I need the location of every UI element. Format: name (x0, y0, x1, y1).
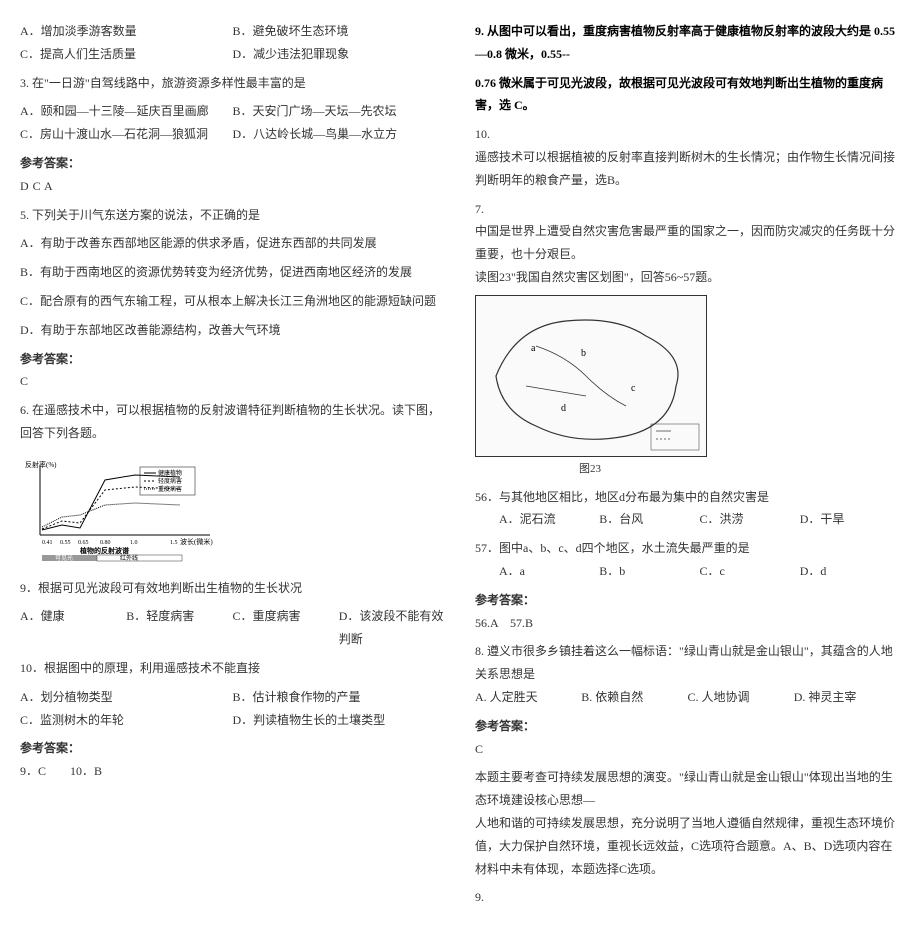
choice-b: B．台风 (599, 508, 699, 531)
svg-text:波长(微米): 波长(微米) (180, 537, 213, 546)
q8-answer: C (475, 738, 900, 761)
q10-text: 10．根据图中的原理，利用遥感技术不能直接 (20, 657, 445, 680)
svg-text:1.5: 1.5 (170, 540, 178, 546)
choice-d: D．d (800, 560, 900, 583)
svg-text:0.41: 0.41 (42, 540, 53, 546)
svg-text:反射率(%): 反射率(%) (25, 460, 57, 469)
q5-answer: C (20, 370, 445, 393)
choice-b: B. 依赖自然 (581, 686, 687, 709)
choice-c: C．房山十渡山水—石花洞—狼狐洞 (20, 123, 233, 146)
choice-d: D．该波段不能有效判断 (339, 605, 445, 651)
answer-label: 参考答案： (475, 715, 900, 738)
q57-text: 57．图中a、b、c、d四个地区，水土流失最严重的是 (475, 537, 900, 560)
choice-d: D．判读植物生长的土壤类型 (233, 709, 446, 732)
q7-text1: 中国是世界上遭受自然灾害危害最严重的国家之一，因而防灾减灾的任务既十分重要，也十… (475, 220, 900, 266)
answer-label: 参考答案： (20, 152, 445, 175)
map-caption: 图23 (475, 459, 705, 480)
svg-text:0.55: 0.55 (60, 540, 71, 546)
svg-text:重度病害: 重度病害 (158, 485, 182, 493)
choice-c: C．提高人们生活质量 (20, 43, 233, 66)
spectrum-chart: 反射率(%) 波长(微米) 0.41 0.55 0.65 0.80 1.0 1.… (20, 455, 220, 565)
q8-choices: A. 人定胜天 B. 依赖自然 C. 人地协调 D. 神灵主宰 (475, 686, 900, 709)
right-column: 9. 从图中可以看出，重度病害植物反射率高于健康植物反射率的波段大约是 0.55… (475, 20, 900, 909)
q6-text: 6. 在遥感技术中，可以根据植物的反射波谱特征判断植物的生长状况。读下图，回答下… (20, 399, 445, 445)
q56-text: 56．与其他地区相比，地区d分布最为集中的自然灾害是 (475, 486, 900, 509)
choice-a: A．泥石流 (499, 508, 599, 531)
svg-text:b: b (581, 348, 586, 359)
choice-b: B．避免破坏生态环境 (233, 20, 446, 43)
q5-choice-b: B．有助于西南地区的资源优势转变为经济优势，促进西南地区经济的发展 (20, 261, 445, 284)
svg-text:a: a (531, 343, 536, 354)
q7-label: 7. (475, 198, 900, 221)
choice-c: C．监测树木的年轮 (20, 709, 233, 732)
q8-exp1: 本题主要考查可持续发展思想的演变。"绿山青山就是金山银山"体现出当地的生态环境建… (475, 766, 900, 812)
q9-label: 9. (475, 886, 900, 909)
left-column: A．增加淡季游客数量 B．避免破坏生态环境 C．提高人们生活质量 D．减少违法犯… (20, 20, 445, 909)
q9-red: 0.76 微米属于可见光波段，故根据可见光波段可有效地判断出生植物的重度病害，选… (475, 72, 900, 118)
q5-choice-a: A．有助于改善东西部地区能源的供求矛盾，促进东西部的共同发展 (20, 232, 445, 255)
svg-text:0.80: 0.80 (100, 540, 111, 546)
choice-b: B．天安门广场—天坛—先农坛 (233, 100, 446, 123)
q910-answer: 9．C 10．B (20, 760, 445, 783)
q9-top: 9. 从图中可以看出，重度病害植物反射率高于健康植物反射率的波段大约是 0.55… (475, 20, 900, 66)
svg-text:c: c (631, 383, 636, 394)
svg-text:健康植物: 健康植物 (158, 469, 182, 477)
choice-c: C．重度病害 (233, 605, 339, 651)
choice-a: A. 人定胜天 (475, 686, 581, 709)
choice-c: C. 人地协调 (688, 686, 794, 709)
q9-text: 9．根据可见光波段可有效地判断出生植物的生长状况 (20, 577, 445, 600)
choice-a: A．颐和园—十三陵—延庆百里画廊 (20, 100, 233, 123)
choice-c: C．洪涝 (700, 508, 800, 531)
answer-label: 参考答案： (20, 737, 445, 760)
answer-label: 参考答案： (475, 589, 900, 612)
choice-c: C．c (700, 560, 800, 583)
choice-a: A．增加淡季游客数量 (20, 20, 233, 43)
choice-b: B．估计粮食作物的产量 (233, 686, 446, 709)
choice-b: B．b (599, 560, 699, 583)
choice-d: D．减少违法犯罪现象 (233, 43, 446, 66)
q10-label: 10. (475, 123, 900, 146)
q3-text: 3. 在"一日游"自驾线路中，旅游资源多样性最丰富的是 (20, 72, 445, 95)
q3-answer: D C A (20, 175, 445, 198)
q5-text: 5. 下列关于川气东送方案的说法，不正确的是 (20, 204, 445, 227)
q10-choices: A．划分植物类型 B．估计粮食作物的产量 C．监测树木的年轮 D．判读植物生长的… (20, 686, 445, 732)
svg-text:0.65: 0.65 (78, 540, 89, 546)
choice-a: A．划分植物类型 (20, 686, 233, 709)
svg-text:植物的反射波谱: 植物的反射波谱 (79, 546, 129, 555)
q5-choice-d: D．有助于东部地区改善能源结构，改善大气环境 (20, 319, 445, 342)
choice-d: D. 神灵主宰 (794, 686, 900, 709)
q5-choice-c: C．配合原有的西气东输工程，可从根本上解决长江三角洲地区的能源短缺问题 (20, 290, 445, 313)
svg-text:1.0: 1.0 (130, 540, 138, 546)
svg-text:可见光: 可见光 (55, 554, 73, 562)
choice-d: D．干旱 (800, 508, 900, 531)
q56-choices: A．泥石流 B．台风 C．洪涝 D．干旱 (475, 508, 900, 531)
svg-text:d: d (561, 403, 566, 414)
q9-choices: A．健康 B．轻度病害 C．重度病害 D．该波段不能有效判断 (20, 605, 445, 651)
svg-text:轻度病害: 轻度病害 (158, 477, 182, 485)
q10-exp: 遥感技术可以根据植被的反射率直接判断树木的生长情况；由作物生长情况间接判断明年的… (475, 146, 900, 192)
china-map: a b c d (475, 295, 707, 457)
q3-choices: A．颐和园—十三陵—延庆百里画廊 B．天安门广场—天坛—先农坛 C．房山十渡山水… (20, 100, 445, 146)
q8-exp2: 人地和谐的可持续发展思想，充分说明了当地人遵循自然规律，重视生态环境价值，大力保… (475, 812, 900, 880)
q5657-answer: 56.A 57.B (475, 612, 900, 635)
q57-choices: A．a B．b C．c D．d (475, 560, 900, 583)
choice-a: A．a (499, 560, 599, 583)
q7-text2: 读图23"我国自然灾害区划图"，回答56~57题。 (475, 266, 900, 289)
svg-text:红外线: 红外线 (120, 554, 138, 562)
choice-b: B．轻度病害 (126, 605, 232, 651)
choice-a: A．健康 (20, 605, 126, 651)
q8-text: 8. 遵义市很多乡镇挂着这么一幅标语："绿山青山就是金山银山"，其蕴含的人地关系… (475, 640, 900, 686)
choice-d: D．八达岭长城—鸟巢—水立方 (233, 123, 446, 146)
q-prev-choices: A．增加淡季游客数量 B．避免破坏生态环境 C．提高人们生活质量 D．减少违法犯… (20, 20, 445, 66)
answer-label: 参考答案： (20, 348, 445, 371)
